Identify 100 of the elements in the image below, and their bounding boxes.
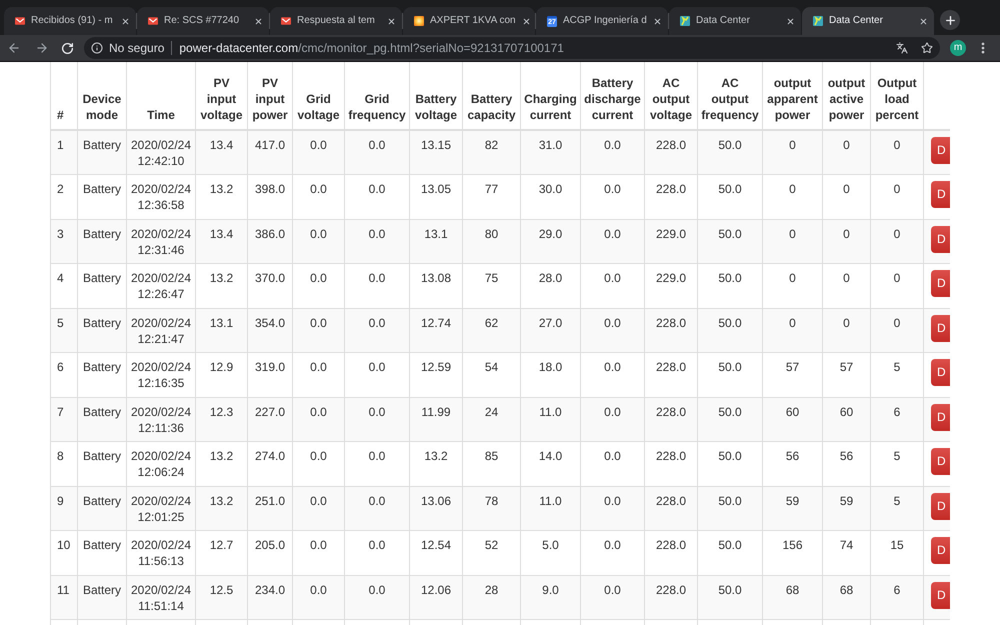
row-action-button[interactable]: D <box>931 582 950 608</box>
table-cell: 0 <box>870 264 924 308</box>
table-cell: 13.2 <box>410 442 462 486</box>
row-action-button[interactable]: D <box>931 492 950 520</box>
close-icon[interactable] <box>121 16 130 26</box>
table-cell: 12.59 <box>410 352 462 397</box>
info-icon[interactable] <box>91 42 103 54</box>
table-cell: 60 <box>822 397 870 442</box>
table-cell: 13.1 <box>196 308 248 352</box>
table-cell: 156 <box>762 530 822 575</box>
browser-tab[interactable]: AXPERT 1KVA con <box>403 7 535 35</box>
table-cell: 0 <box>870 174 924 219</box>
table-cell: 0.0 <box>344 308 410 352</box>
close-icon[interactable] <box>919 16 928 26</box>
table-cell: 0 <box>822 174 870 219</box>
address-bar[interactable]: No seguro power-datacenter.com/cmc/monitor_pg.html?serialNo=92131707100171 <box>84 37 940 59</box>
table-cell: 274.0 <box>248 442 292 486</box>
url-text[interactable]: power-datacenter.com/cmc/monitor_pg.html?serialNo=92131707100171 <box>179 41 890 55</box>
table-cell: 2 <box>50 174 78 219</box>
table-cell: 0 <box>762 264 822 308</box>
table-cell: 0.0 <box>344 130 410 174</box>
table-cell: 0.0 <box>580 352 644 397</box>
forward-arrow-icon[interactable] <box>35 41 49 55</box>
table-cell: 12.06 <box>410 575 462 620</box>
table-cell: 386.0 <box>248 219 292 264</box>
table-cell: 0 <box>762 174 822 219</box>
table-cell: 50.0 <box>698 442 762 486</box>
table-cell: 2020/02/24 12:31:46 <box>126 219 196 264</box>
table-cell: 2020/02/24 12:42:10 <box>126 130 196 174</box>
table-cell: 13.1 <box>410 219 462 264</box>
table-cell: 68 <box>822 575 870 620</box>
table-cell: 13.2 <box>196 264 248 308</box>
star-icon[interactable] <box>921 42 933 54</box>
row-action-button[interactable]: D <box>931 359 950 386</box>
mail-icon <box>281 17 291 25</box>
table-cell: 2020/02/24 12:21:47 <box>126 308 196 352</box>
browser-tab[interactable]: Recibidos (91) - m <box>4 7 136 35</box>
table-cell: 0 <box>870 308 924 352</box>
table-cell: 0 <box>822 308 870 352</box>
browser-tab[interactable]: Data Center <box>669 7 801 35</box>
close-icon[interactable] <box>786 16 795 26</box>
table-cell: 11.0 <box>520 486 580 530</box>
table-cell: 68 <box>762 575 822 620</box>
table-cell: 0.0 <box>580 219 644 264</box>
table-cell: 77 <box>462 174 520 219</box>
close-icon[interactable] <box>653 16 662 26</box>
table-cell: 62 <box>462 308 520 352</box>
close-icon[interactable] <box>387 16 396 26</box>
row-action-button[interactable]: D <box>931 448 950 475</box>
table-cell: 0.0 <box>292 397 344 442</box>
table-cell: 10 <box>50 530 78 575</box>
table-cell: 9 <box>50 486 78 530</box>
table-cell: 30.0 <box>520 174 580 219</box>
row-action-button[interactable]: D <box>931 314 950 342</box>
row-action-button[interactable]: D <box>931 270 950 297</box>
reload-icon[interactable] <box>61 42 74 54</box>
table-cell: 0.0 <box>344 575 410 620</box>
table-cell: 0.0 <box>580 575 644 620</box>
row-action-button[interactable]: D <box>931 226 950 252</box>
table-cell: 13.06 <box>410 486 462 530</box>
table-cell: 0 <box>822 219 870 264</box>
table-cell: 29.0 <box>520 219 580 264</box>
table-cell: 0.0 <box>344 174 410 219</box>
row-action-button[interactable]: D <box>931 404 950 430</box>
table-cell: 0 <box>822 130 870 174</box>
table-cell: 227.0 <box>248 397 292 442</box>
table-cell: 228.0 <box>644 442 698 486</box>
close-icon[interactable] <box>522 16 531 26</box>
table-cell: 60 <box>762 397 822 442</box>
translate-icon[interactable] <box>896 42 908 54</box>
table-cell: 50.0 <box>698 486 762 530</box>
table-cell: 0.0 <box>580 442 644 486</box>
browser-tab[interactable]: Re: SCS #77240 <box>137 7 269 35</box>
table-cell: 5.0 <box>520 530 580 575</box>
table-cell: 11.99 <box>410 397 462 442</box>
browser-tab[interactable]: Respuesta al tem <box>270 7 402 35</box>
row-action-button[interactable]: D <box>931 181 950 208</box>
table-cell: 370.0 <box>248 264 292 308</box>
table-cell: 0.0 <box>580 486 644 530</box>
table-cell: 12.74 <box>410 308 462 352</box>
new-tab-button[interactable] <box>940 10 960 30</box>
table-cell: 13.2 <box>196 442 248 486</box>
table-cell: 80 <box>462 219 520 264</box>
table-cell: Battery <box>78 575 126 620</box>
table-cell: 0.0 <box>292 308 344 352</box>
security-label[interactable]: No seguro <box>109 41 164 55</box>
row-action-button[interactable]: D <box>931 137 950 164</box>
table-cell: 4 <box>50 264 78 308</box>
table-cell: 228.0 <box>644 130 698 174</box>
table-cell: 50.0 <box>698 308 762 352</box>
table-cell: 228.0 <box>644 308 698 352</box>
table-cell: 0.0 <box>344 530 410 575</box>
browser-tab[interactable]: Data Center <box>802 7 934 35</box>
row-action-button[interactable]: D <box>931 537 950 564</box>
table-cell: 0 <box>822 264 870 308</box>
table-cell: 354.0 <box>248 308 292 352</box>
avatar-button[interactable]: m <box>950 40 966 56</box>
close-icon[interactable] <box>254 16 263 26</box>
table-cell: 13.4 <box>196 219 248 264</box>
table-cell: 0.0 <box>292 352 344 397</box>
